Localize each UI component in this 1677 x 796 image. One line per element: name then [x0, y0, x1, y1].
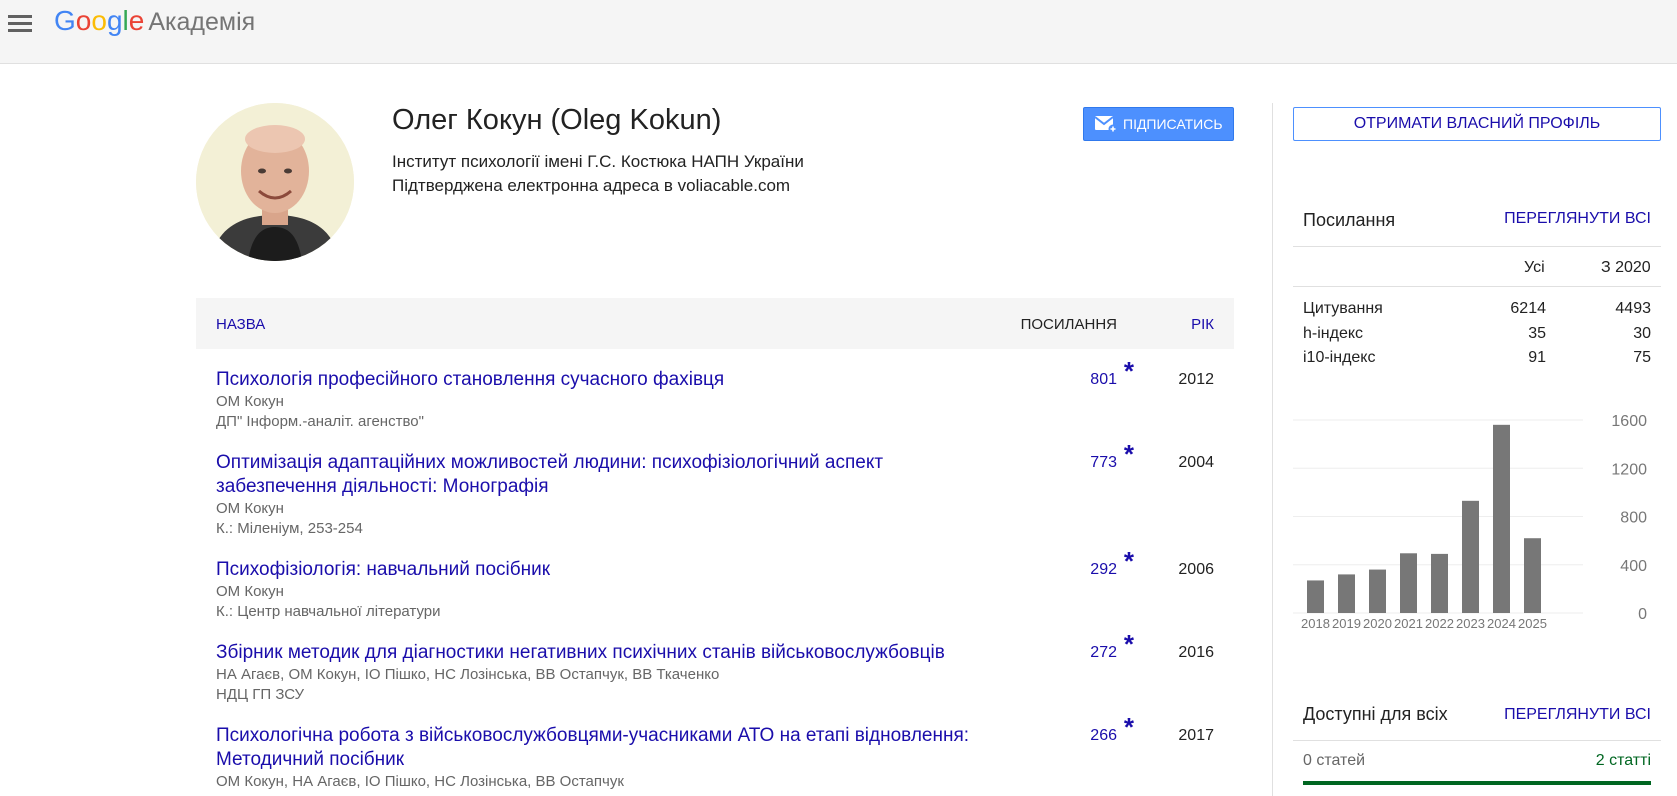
profile-affiliation[interactable]: Інститут психології імені Г.С. Костюка Н…	[392, 152, 804, 172]
column-divider	[1272, 103, 1273, 796]
stats-header-all: Усі	[1524, 259, 1545, 276]
article-cites[interactable]: 266	[1090, 727, 1117, 745]
x-tick-label: 2018	[1301, 616, 1330, 631]
article-venue: НДЦ ГП ЗСУ	[216, 686, 305, 703]
stat-all: 35	[1528, 325, 1546, 342]
follow-label: ПІДПИСАТИСЬ	[1123, 116, 1223, 132]
x-tick-label: 2025	[1518, 616, 1547, 631]
y-tick-label: 0	[1638, 606, 1647, 623]
article-venue: ДП" Інформ.-аналіт. агенство"	[216, 413, 424, 430]
merged-citations-star[interactable]: *	[1124, 546, 1134, 577]
stat-row-h-index: h-індекс 35 30	[1303, 325, 1651, 349]
top-bar: Google Академія	[0, 0, 1677, 64]
open-access-view-all-link[interactable]: ПЕРЕГЛЯНУТИ ВСІ	[1504, 706, 1651, 724]
article-title[interactable]: Психофізіологія: навчальний посібник	[216, 558, 1006, 582]
stat-label[interactable]: i10-індекс	[1303, 349, 1375, 367]
article-title[interactable]: Оптимізація адаптаційних можливостей люд…	[216, 451, 1006, 499]
y-tick-label: 1600	[1611, 413, 1647, 430]
article-venue: К.: Міленіум, 253-254	[216, 520, 363, 537]
profile-email: Підтверджена електронна адреса в voliaca…	[392, 176, 791, 195]
profile-name: Олег Кокун (Oleg Kokun)	[392, 104, 722, 136]
logo-letter: o	[91, 5, 107, 36]
article-year: 2017	[1178, 727, 1214, 744]
y-tick-label: 1200	[1611, 461, 1647, 478]
chart-bar-2022[interactable]	[1431, 553, 1448, 613]
envelope-plus-icon	[1094, 116, 1118, 134]
merged-citations-star[interactable]: *	[1124, 356, 1134, 387]
article-cites[interactable]: 801	[1090, 371, 1117, 389]
merged-citations-star[interactable]: *	[1124, 629, 1134, 660]
x-tick-label: 2023	[1456, 616, 1485, 631]
stat-row-i10-index: i10-індекс 91 75	[1303, 349, 1651, 373]
article-year: 2016	[1178, 644, 1214, 661]
citations-per-year-chart: 0400800120016002018 2019 2020 2021 2022 2023 2…	[1293, 413, 1647, 631]
stat-since: 75	[1633, 349, 1651, 366]
article-authors: НА Агаєв, ОМ Кокун, ІО Пішко, НС Лозінсь…	[216, 666, 720, 683]
logo-suffix: Академія	[148, 8, 256, 36]
citations-section-title: Посилання	[1303, 210, 1396, 230]
chart-bar-2024[interactable]	[1493, 424, 1510, 613]
article-authors: ОМ Кокун	[216, 393, 284, 410]
open-access-progress-bar	[1303, 781, 1651, 785]
x-tick-label: 2024	[1487, 616, 1516, 631]
x-tick-label: 2022	[1425, 616, 1454, 631]
x-tick-label: 2020	[1363, 616, 1392, 631]
logo-letter: e	[128, 5, 145, 36]
logo-letter: G	[54, 5, 76, 36]
menu-icon[interactable]	[6, 10, 32, 36]
article-cites[interactable]: 292	[1090, 561, 1117, 579]
merged-citations-star[interactable]: *	[1124, 712, 1134, 743]
stat-since: 30	[1633, 325, 1651, 342]
get-own-profile-button[interactable]: ОТРИМАТИ ВЛАСНИЙ ПРОФІЛЬ	[1293, 107, 1661, 141]
chart-bar-2025[interactable]	[1524, 538, 1541, 613]
profile-avatar	[196, 103, 354, 261]
article-title[interactable]: Психологія професійного становлення суча…	[216, 368, 1006, 392]
divider	[1293, 286, 1661, 287]
article-title[interactable]: Збірник методик для діагностики негативн…	[216, 641, 1076, 665]
chart-bar-2021[interactable]	[1400, 553, 1417, 613]
article-cites[interactable]: 272	[1090, 644, 1117, 662]
stat-row-citations: Цитування 6214 4493	[1303, 300, 1651, 324]
articles-table-header: НАЗВА ПОСИЛАННЯ РІК	[196, 298, 1234, 349]
logo-letter: o	[75, 5, 92, 36]
google-scholar-logo[interactable]: Google Академія	[54, 5, 255, 37]
merged-citations-star[interactable]: *	[1124, 439, 1134, 470]
stat-all: 6214	[1510, 300, 1546, 317]
unavailable-articles-count[interactable]: 0 статей	[1303, 752, 1365, 770]
stat-since: 4493	[1615, 300, 1651, 317]
article-year: 2012	[1178, 371, 1214, 388]
article-year: 2006	[1178, 561, 1214, 578]
sort-by-year[interactable]: РІК	[1191, 316, 1214, 333]
divider	[1293, 740, 1661, 741]
open-access-title: Доступні для всіх	[1303, 704, 1448, 724]
article-authors: ОМ Кокун	[216, 500, 284, 517]
available-articles-count[interactable]: 2 статті	[1596, 752, 1651, 770]
article-title[interactable]: Психологічна робота з військовослужбовця…	[216, 724, 1006, 772]
chart-bar-2018[interactable]	[1307, 580, 1324, 613]
x-tick-label: 2021	[1394, 616, 1423, 631]
sort-by-title[interactable]: НАЗВА	[216, 316, 265, 333]
chart-bar-2019[interactable]	[1338, 574, 1355, 613]
stat-label[interactable]: Цитування	[1303, 300, 1383, 318]
stat-all: 91	[1528, 349, 1546, 366]
chart-bar-2023[interactable]	[1462, 500, 1479, 613]
article-year: 2004	[1178, 454, 1214, 471]
y-tick-label: 400	[1620, 558, 1647, 575]
x-tick-label: 2019	[1332, 616, 1361, 631]
cited-by-header: ПОСИЛАННЯ	[1020, 316, 1117, 333]
follow-button[interactable]: ПІДПИСАТИСЬ	[1083, 107, 1234, 141]
logo-letter: g	[106, 5, 123, 36]
article-authors: ОМ Кокун	[216, 583, 284, 600]
chart-bar-2020[interactable]	[1369, 569, 1386, 613]
stat-label[interactable]: h-індекс	[1303, 325, 1363, 343]
article-venue: К.: Центр навчальної літератури	[216, 603, 441, 620]
divider	[1293, 246, 1661, 247]
article-cites[interactable]: 773	[1090, 454, 1117, 472]
y-tick-label: 800	[1620, 510, 1647, 527]
citations-view-all-link[interactable]: ПЕРЕГЛЯНУТИ ВСІ	[1504, 210, 1651, 228]
article-authors: ОМ Кокун, НА Агаєв, ІО Пішко, НС Лозінсь…	[216, 773, 624, 790]
stats-header-since: З 2020	[1601, 259, 1651, 276]
